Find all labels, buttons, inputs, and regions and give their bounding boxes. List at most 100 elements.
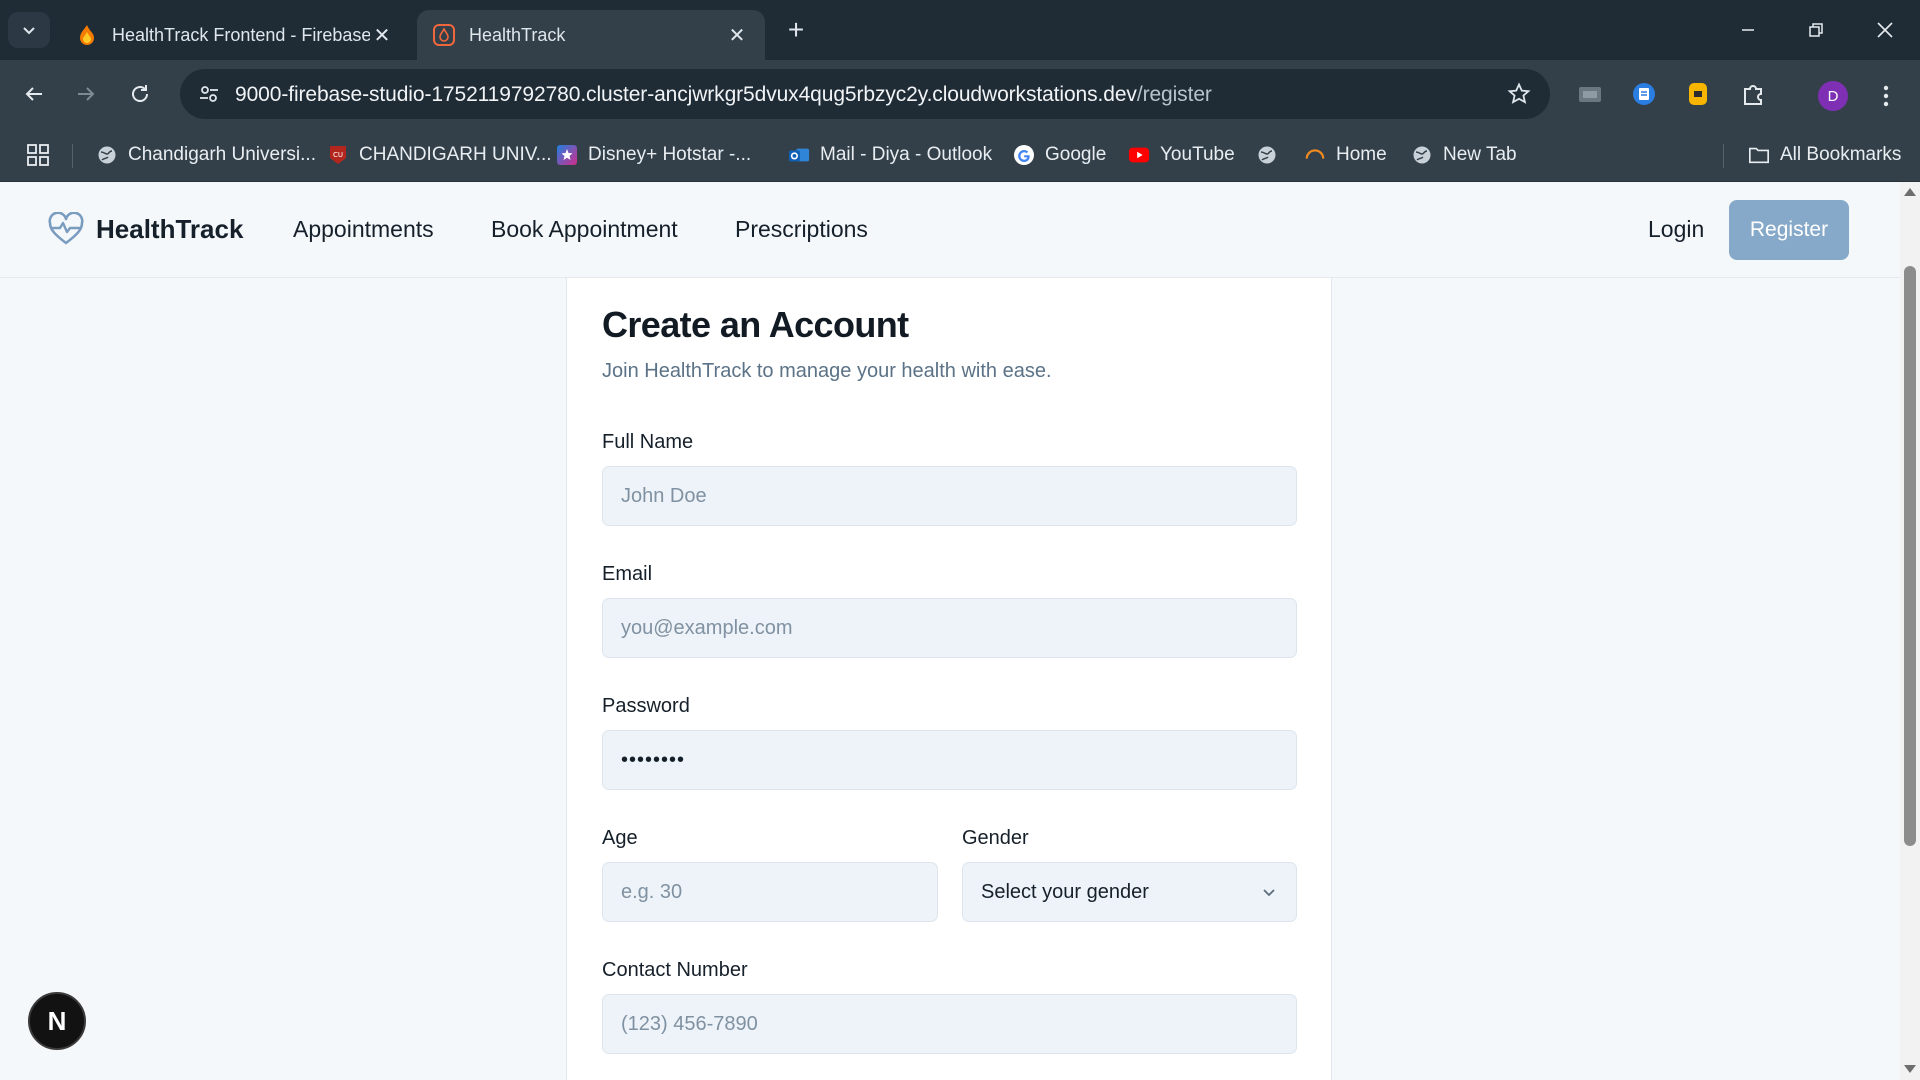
nav-appointments[interactable]: Appointments (293, 216, 434, 243)
bookmark-label: Chandigarh Universi... (128, 144, 316, 165)
tab-title: HealthTrack Frontend - Firebase Studio (112, 24, 370, 45)
home-arc-icon (1304, 144, 1326, 166)
page-scrollbar[interactable] (1900, 182, 1920, 1080)
brand-name: HealthTrack (96, 213, 244, 244)
extension-yellow-icon[interactable] (1682, 78, 1714, 110)
tab-search-button[interactable] (8, 12, 50, 48)
nav-book-appointment[interactable]: Book Appointment (491, 216, 678, 243)
cu-logo-icon: CU (327, 144, 349, 166)
extension-cast-icon[interactable] (1574, 78, 1606, 110)
contact-number-label: Contact Number (602, 959, 748, 981)
contact-number-input[interactable] (602, 994, 1297, 1054)
restore-icon (1809, 23, 1823, 37)
bookmarks-separator (1723, 144, 1724, 168)
nav-prescriptions[interactable]: Prescriptions (735, 216, 868, 243)
gender-select-value: Select your gender (981, 880, 1149, 903)
reload-icon (132, 85, 148, 102)
tab-title: HealthTrack (469, 24, 566, 45)
arrow-left-icon (25, 87, 42, 101)
profile-avatar[interactable]: D (1818, 81, 1848, 111)
bookmark-globe-unnamed[interactable] (1256, 140, 1288, 170)
minimize-button[interactable] (1718, 8, 1778, 52)
full-name-label: Full Name (602, 431, 694, 453)
bookmark-label: Mail - Diya - Outlook (820, 144, 993, 165)
password-label: Password (602, 695, 690, 717)
tab-strip: HealthTrack Frontend - Firebase Studio ✕… (0, 0, 1920, 60)
restore-button[interactable] (1786, 8, 1846, 52)
youtube-icon (1128, 144, 1150, 166)
gender-label: Gender (962, 827, 1029, 849)
email-input[interactable] (602, 598, 1297, 658)
bookmarks-separator (72, 144, 73, 168)
address-bar[interactable]: 9000-firebase-studio-1752119792780.clust… (180, 69, 1550, 119)
nextjs-dev-tools-button[interactable]: N (28, 992, 86, 1050)
close-icon (1877, 22, 1893, 38)
scroll-down-arrow-icon[interactable] (1904, 1065, 1916, 1073)
all-bookmarks-label: All Bookmarks (1780, 144, 1902, 165)
bookmark-google[interactable]: Google (1013, 140, 1106, 170)
age-input[interactable] (602, 862, 938, 922)
full-name-input[interactable] (602, 466, 1297, 526)
browser-chrome: HealthTrack Frontend - Firebase Studio ✕… (0, 0, 1920, 182)
form-subtitle: Join HealthTrack to manage your health w… (602, 360, 1052, 382)
chevron-down-icon (1260, 883, 1278, 901)
password-input[interactable] (602, 730, 1297, 790)
globe-icon (1256, 144, 1278, 166)
email-label: Email (602, 563, 653, 585)
gender-select[interactable]: Select your gender (962, 862, 1297, 922)
bookmark-youtube[interactable]: YouTube (1128, 140, 1235, 170)
url-text[interactable]: 9000-firebase-studio-1752119792780.clust… (235, 83, 1212, 107)
site-header: HealthTrack Appointments Book Appointmen… (0, 182, 1900, 278)
chevron-down-icon (23, 27, 35, 35)
globe-icon (1411, 144, 1433, 166)
close-tab-icon[interactable]: ✕ (370, 23, 394, 47)
bookmark-home[interactable]: Home (1304, 140, 1387, 170)
close-tab-icon[interactable]: ✕ (725, 23, 749, 47)
heart-pulse-icon (48, 212, 84, 245)
scrollbar-thumb[interactable] (1904, 266, 1916, 846)
bookmark-new-tab[interactable]: New Tab (1411, 140, 1517, 170)
extension-docs-icon[interactable] (1628, 78, 1660, 110)
apps-grid-icon[interactable] (26, 140, 50, 170)
url-path: /register (1136, 83, 1212, 106)
google-icon (1013, 144, 1035, 166)
back-button[interactable] (14, 74, 54, 114)
minimize-icon (1742, 29, 1754, 31)
close-window-button[interactable] (1855, 8, 1915, 52)
bookmark-label: Home (1336, 144, 1387, 165)
site-info-icon[interactable] (194, 79, 224, 109)
arrow-right-icon (78, 87, 95, 101)
scroll-up-arrow-icon[interactable] (1904, 188, 1916, 196)
bookmark-label: Google (1045, 144, 1107, 165)
svg-text:CU: CU (333, 151, 343, 159)
register-card: Create an Account Join HealthTrack to ma… (566, 278, 1332, 1080)
firebase-studio-icon (433, 24, 455, 46)
new-tab-button[interactable]: + (780, 14, 812, 46)
tab-firebase-studio[interactable]: HealthTrack Frontend - Firebase Studio ✕ (60, 10, 410, 60)
globe-icon (96, 144, 118, 166)
brand-logo[interactable]: HealthTrack (48, 212, 243, 246)
bookmarks-bar: Chandigarh Universi... CU CHANDIGARH UNI… (0, 128, 1920, 182)
browser-toolbar: 9000-firebase-studio-1752119792780.clust… (0, 60, 1920, 128)
bookmark-chandigarh-university[interactable]: Chandigarh Universi... (96, 140, 316, 170)
bookmark-label: CHANDIGARH UNIV... (359, 144, 552, 165)
register-button[interactable]: Register (1729, 200, 1849, 260)
tab-healthtrack[interactable]: HealthTrack ✕ (417, 10, 765, 60)
reload-button[interactable] (120, 74, 160, 114)
hotstar-icon (556, 144, 578, 166)
browser-menu-icon[interactable] (1872, 80, 1900, 112)
bookmark-star-icon[interactable] (1506, 81, 1532, 107)
age-label: Age (602, 827, 638, 849)
url-host: 9000-firebase-studio-1752119792780.clust… (235, 83, 1137, 106)
bookmark-label: Disney+ Hotstar -... (588, 144, 752, 165)
bookmark-hotstar[interactable]: Disney+ Hotstar -... (556, 140, 751, 170)
login-link[interactable]: Login (1648, 216, 1704, 243)
page-viewport: HealthTrack Appointments Book Appointmen… (0, 182, 1900, 1080)
bookmark-chandigarh-univ[interactable]: CU CHANDIGARH UNIV... (327, 140, 552, 170)
all-bookmarks-button[interactable]: All Bookmarks (1748, 140, 1901, 170)
bookmark-label: YouTube (1160, 144, 1235, 165)
bookmark-outlook[interactable]: Mail - Diya - Outlook (788, 140, 992, 170)
forward-button[interactable] (66, 74, 106, 114)
extensions-puzzle-icon[interactable] (1737, 78, 1769, 110)
folder-icon (1748, 144, 1770, 166)
